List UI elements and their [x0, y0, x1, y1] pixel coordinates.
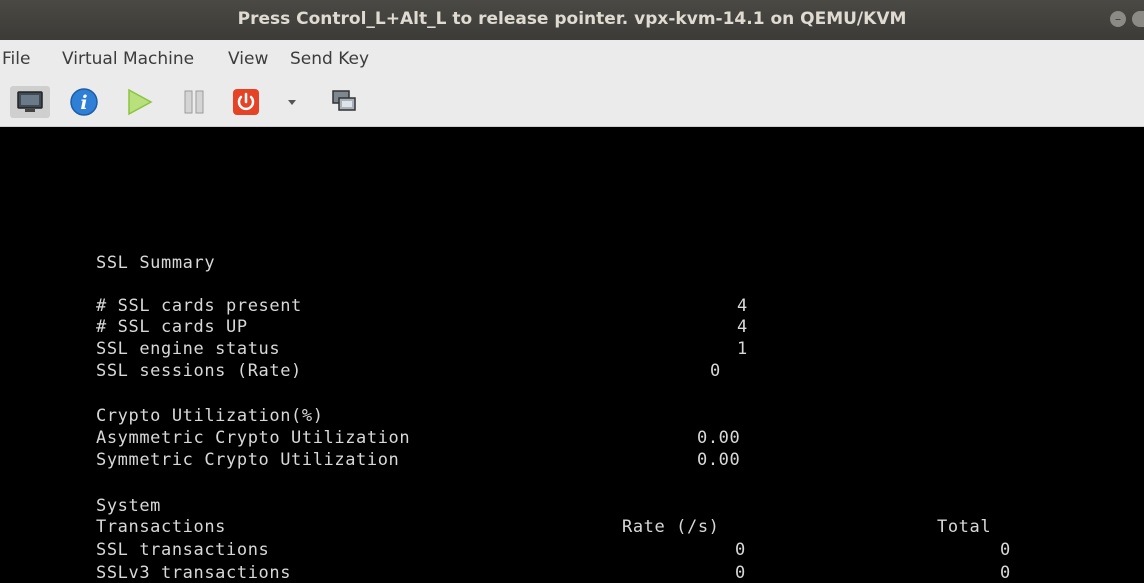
menu-virtual-machine[interactable]: Virtual Machine	[62, 49, 194, 69]
monitor-icon	[17, 91, 43, 112]
ssl-transactions-label: SSL transactions	[96, 540, 270, 560]
rate-col-header: Rate (/s)	[622, 517, 720, 537]
power-icon	[233, 89, 259, 115]
menu-send-key[interactable]: Send Key	[290, 49, 369, 69]
total-col-header: Total	[937, 517, 992, 537]
maximize-icon[interactable]	[1132, 11, 1144, 27]
vm-console-screen[interactable]: SSL Summary # SSL cards present 4 # SSL …	[0, 127, 1144, 583]
asym-crypto-value: 0.00	[697, 428, 741, 448]
menu-bar: File Virtual Machine View Send Key	[0, 40, 1144, 78]
shutdown-button[interactable]	[228, 86, 264, 118]
sslv3-transactions-total: 0	[1000, 563, 1011, 583]
sessions-value: 0	[710, 361, 721, 381]
toolbar: i	[0, 78, 1144, 127]
play-icon	[128, 88, 153, 116]
asym-crypto-label: Asymmetric Crypto Utilization	[96, 428, 411, 448]
cards-present-label: # SSL cards present	[96, 296, 302, 316]
pause-button[interactable]	[176, 86, 212, 118]
cards-up-value: 4	[737, 317, 748, 337]
sslv3-transactions-label: SSLv3 transactions	[96, 563, 292, 583]
cards-present-value: 4	[737, 296, 748, 316]
screens-icon	[332, 90, 356, 111]
window-title: Press Control_L+Alt_L to release pointer…	[237, 9, 907, 29]
window-controls: –	[1110, 11, 1144, 27]
menu-view[interactable]: View	[228, 49, 268, 69]
info-icon: i	[70, 88, 98, 116]
title-bar: Press Control_L+Alt_L to release pointer…	[0, 0, 1144, 40]
engine-status-label: SSL engine status	[96, 339, 281, 359]
ssl-transactions-rate: 0	[735, 540, 746, 560]
console-view-button[interactable]	[10, 86, 50, 118]
ssl-transactions-total: 0	[1000, 540, 1011, 560]
menu-file[interactable]: File	[2, 49, 30, 69]
sym-crypto-value: 0.00	[697, 450, 741, 470]
engine-status-value: 1	[737, 339, 748, 359]
transactions-col-header: Transactions	[96, 517, 227, 537]
details-button[interactable]: i	[66, 86, 102, 118]
minimize-icon[interactable]: –	[1110, 11, 1126, 27]
system-heading: System	[96, 496, 162, 516]
ssl-summary-heading: SSL Summary	[96, 253, 216, 273]
sym-crypto-label: Symmetric Crypto Utilization	[96, 450, 400, 470]
fullscreen-button[interactable]	[326, 86, 362, 118]
dropdown-arrow-icon	[288, 100, 296, 105]
sslv3-transactions-rate: 0	[735, 563, 746, 583]
run-button[interactable]	[120, 86, 158, 118]
svg-text:i: i	[80, 92, 87, 114]
crypto-heading: Crypto Utilization(%)	[96, 406, 324, 426]
shutdown-options-button[interactable]	[282, 86, 302, 118]
cards-up-label: # SSL cards UP	[96, 317, 248, 337]
pause-icon	[184, 90, 204, 114]
sessions-label: SSL sessions (Rate)	[96, 361, 302, 381]
